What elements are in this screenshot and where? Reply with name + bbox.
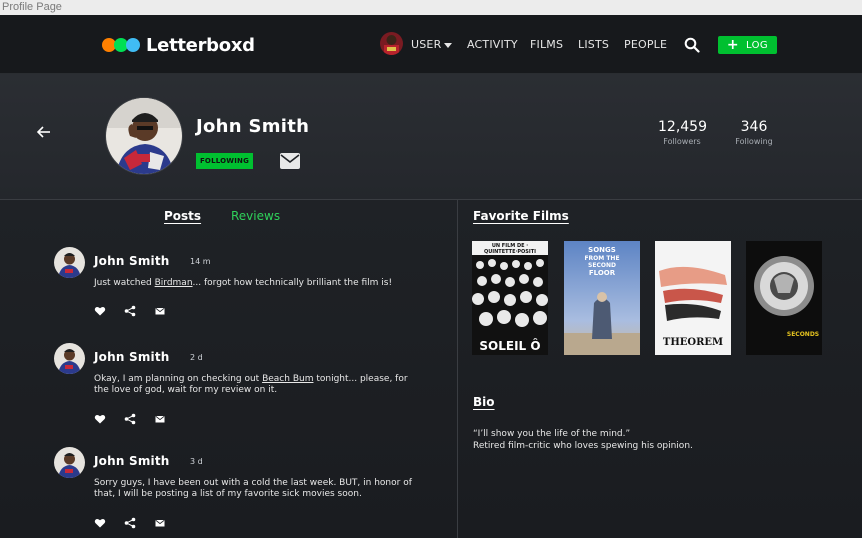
- search-icon[interactable]: [684, 37, 700, 53]
- nav-user-link[interactable]: USER: [411, 38, 453, 51]
- film-poster-songs-from-the-second-floor[interactable]: SONGS FROM THE SECOND FLOOR: [564, 241, 640, 355]
- tab-reviews[interactable]: Reviews: [231, 209, 280, 223]
- nav-films[interactable]: FILMS: [530, 38, 563, 51]
- tab-posts[interactable]: Posts: [164, 209, 201, 223]
- nav-lists[interactable]: LISTS: [578, 38, 609, 51]
- post-author[interactable]: John Smith: [94, 254, 170, 268]
- bio-line-2: Retired film-critic who loves spewing hi…: [473, 441, 693, 451]
- post-actions: [94, 516, 184, 530]
- mail-icon[interactable]: [154, 305, 166, 317]
- post-avatar[interactable]: [54, 447, 85, 478]
- column-divider: [457, 200, 458, 538]
- post-item: John Smith 14 m Just watched Birdman... …: [54, 247, 434, 327]
- post-item: John Smith 3 d Sorry guys, I have been o…: [54, 447, 434, 537]
- brand-name: Letterboxd: [146, 34, 255, 56]
- log-button[interactable]: + LOG: [718, 36, 777, 54]
- post-time: 2 d: [190, 353, 203, 362]
- bio-line-1: “I’ll show you the life of the mind.”: [473, 429, 631, 439]
- main-content: Posts Reviews John Smith 14 m Just watch…: [0, 200, 862, 538]
- post-time: 3 d: [190, 457, 203, 466]
- svg-text:QUINTETTE·POSITI: QUINTETTE·POSITI: [484, 249, 536, 255]
- nav-people[interactable]: PEOPLE: [624, 38, 667, 51]
- heart-icon[interactable]: [94, 413, 106, 425]
- profile-header: John Smith FOLLOWING 12,459 Followers 34…: [0, 74, 862, 200]
- window-title: Profile Page: [0, 0, 862, 15]
- log-label: LOG: [746, 39, 769, 51]
- letterboxd-logo[interactable]: Letterboxd: [102, 34, 255, 56]
- share-icon[interactable]: [124, 305, 136, 317]
- profile-avatar: [105, 97, 183, 175]
- svg-text:THEOREM: THEOREM: [663, 337, 723, 348]
- followers-label: Followers: [663, 137, 701, 146]
- nav-user-label: USER: [411, 38, 442, 51]
- svg-text:FLOOR: FLOOR: [589, 269, 616, 277]
- heart-icon[interactable]: [94, 517, 106, 529]
- following-badge[interactable]: FOLLOWING: [196, 153, 253, 169]
- film-poster-soleil-o[interactable]: UN FILM DE · QUINTETTE·POSITI SOLEIL Ô: [472, 241, 548, 355]
- post-text-end: ... forgot how technically brilliant the…: [192, 278, 393, 288]
- bio-title: Bio: [473, 395, 495, 409]
- post-text: Okay, I am planning on checking out Beac…: [94, 374, 424, 396]
- nav-activity[interactable]: ACTIVITY: [467, 38, 518, 51]
- svg-text:SONGS: SONGS: [588, 246, 616, 254]
- svg-text:FROM THE: FROM THE: [584, 255, 619, 262]
- post-author[interactable]: John Smith: [94, 454, 170, 468]
- top-nav: Letterboxd USER ACTIVITY FILMS LISTS PEO…: [0, 15, 862, 74]
- following-label: Following: [735, 137, 773, 146]
- user-menu[interactable]: [380, 32, 410, 55]
- film-link-beach-bum[interactable]: Beach Bum: [262, 374, 313, 384]
- bio-text: “I’ll show you the life of the mind.” Re…: [473, 428, 833, 452]
- film-poster-theorem[interactable]: THEOREM: [655, 241, 731, 355]
- post-time: 14 m: [190, 257, 211, 266]
- nav-avatar[interactable]: [380, 32, 403, 55]
- following-stat[interactable]: 346 Following: [731, 119, 777, 146]
- film-link-birdman[interactable]: Birdman: [155, 278, 193, 288]
- post-avatar[interactable]: [54, 247, 85, 278]
- followers-count: 12,459: [658, 119, 707, 135]
- post-text-start: Okay, I am planning on checking out: [94, 374, 263, 384]
- plus-icon: +: [726, 37, 740, 53]
- post-author[interactable]: John Smith: [94, 350, 170, 364]
- mail-icon[interactable]: [279, 152, 301, 170]
- back-arrow-icon[interactable]: [36, 124, 52, 140]
- post-text: Just watched Birdman... forgot how techn…: [94, 278, 424, 289]
- followers-stat[interactable]: 12,459 Followers: [658, 119, 707, 146]
- share-icon[interactable]: [124, 413, 136, 425]
- post-actions: [94, 412, 184, 426]
- post-actions: [94, 304, 184, 318]
- film-poster-seconds[interactable]: SECONDS: [746, 241, 822, 355]
- profile-name: John Smith: [196, 116, 310, 137]
- logo-dot-blue: [126, 38, 140, 52]
- svg-text:SECONDS: SECONDS: [787, 331, 819, 338]
- heart-icon[interactable]: [94, 305, 106, 317]
- following-count: 346: [740, 119, 768, 135]
- mail-icon[interactable]: [154, 413, 166, 425]
- post-text: Sorry guys, I have been out with a cold …: [94, 478, 412, 499]
- svg-text:SECOND: SECOND: [588, 262, 616, 269]
- post-avatar[interactable]: [54, 343, 85, 374]
- mail-icon[interactable]: [154, 517, 166, 529]
- chevron-down-icon: [444, 42, 453, 48]
- svg-text:SOLEIL Ô: SOLEIL Ô: [479, 338, 540, 353]
- post-item: John Smith 2 d Okay, I am planning on ch…: [54, 343, 434, 433]
- post-text-start: Just watched: [94, 278, 155, 288]
- share-icon[interactable]: [124, 517, 136, 529]
- favorite-films-title[interactable]: Favorite Films: [473, 209, 569, 223]
